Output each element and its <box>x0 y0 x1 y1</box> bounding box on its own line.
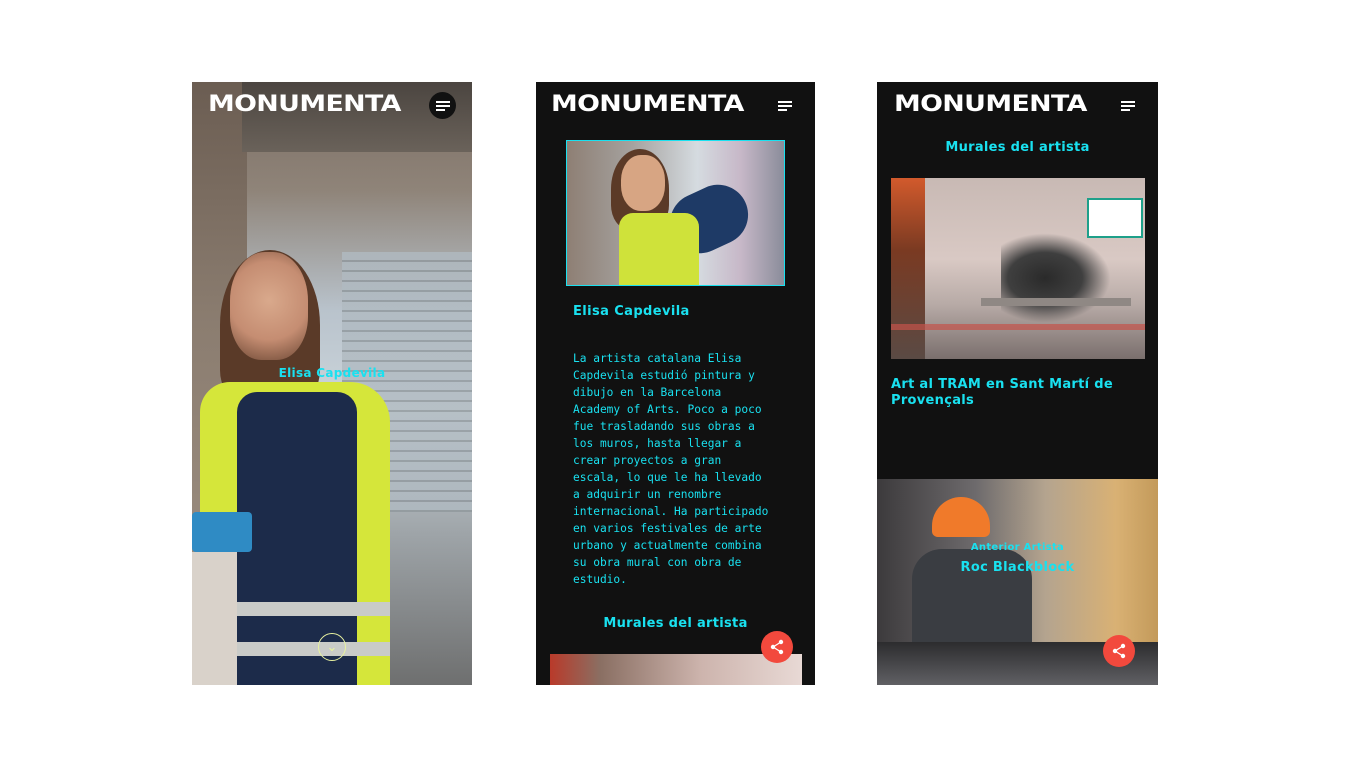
photo-face <box>230 252 308 360</box>
mural-photo[interactable] <box>891 178 1145 359</box>
menu-button[interactable] <box>429 92 456 119</box>
share-button[interactable] <box>1103 635 1135 667</box>
murals-heading: Murales del artista <box>945 140 1090 155</box>
artist-photo <box>566 140 785 286</box>
scroll-down-button[interactable]: ⌄ <box>318 633 346 661</box>
photo-paint-bucket <box>192 512 252 552</box>
screen-artist: MONUMENTA Elisa Capdevila La artista cat… <box>536 82 815 685</box>
header: MONUMENTA <box>536 82 815 129</box>
photo-mural-figures <box>1001 233 1111 323</box>
menu-button[interactable] <box>772 96 794 116</box>
menu-icon <box>1121 101 1135 111</box>
chevron-down-icon: ⌄ <box>326 639 338 655</box>
murals-heading: Murales del artista <box>603 616 748 631</box>
previous-artist-label: Anterior Artista <box>970 542 1065 553</box>
share-icon <box>1112 643 1126 659</box>
screen-murals: MONUMENTA Murales del artista Art al TRA… <box>877 82 1158 685</box>
header: MONUMENTA <box>877 82 1158 129</box>
photo-tram-light <box>891 178 925 359</box>
screen-hero: MONUMENTA Elisa Capdevila ⌄ <box>192 82 472 685</box>
menu-icon <box>778 101 792 111</box>
photo-helmet <box>932 497 990 537</box>
previous-artist-name: Roc Blackblock <box>960 560 1075 575</box>
photo-bench <box>981 298 1131 306</box>
artist-bio: La artista catalana Elisa Capdevila estu… <box>573 352 769 586</box>
artist-name: Elisa Capdevila <box>573 304 690 319</box>
menu-icon <box>436 101 450 111</box>
hero-artist-name: Elisa Capdevila <box>278 366 386 380</box>
photo-station-sign <box>1087 198 1143 238</box>
logo[interactable]: MONUMENTA <box>551 92 744 117</box>
menu-button[interactable] <box>1115 96 1137 116</box>
logo[interactable]: MONUMENTA <box>208 92 401 117</box>
share-button[interactable] <box>761 631 793 663</box>
hero-photo <box>192 82 472 685</box>
photo-vest <box>619 213 699 285</box>
logo[interactable]: MONUMENTA <box>894 92 1087 117</box>
share-icon <box>770 639 784 655</box>
mural-title[interactable]: Art al TRAM en Sant Martí de Provençals <box>891 377 1141 409</box>
photo-face <box>621 155 665 211</box>
photo-ladder <box>192 552 237 685</box>
photo-platform-line <box>891 324 1145 330</box>
